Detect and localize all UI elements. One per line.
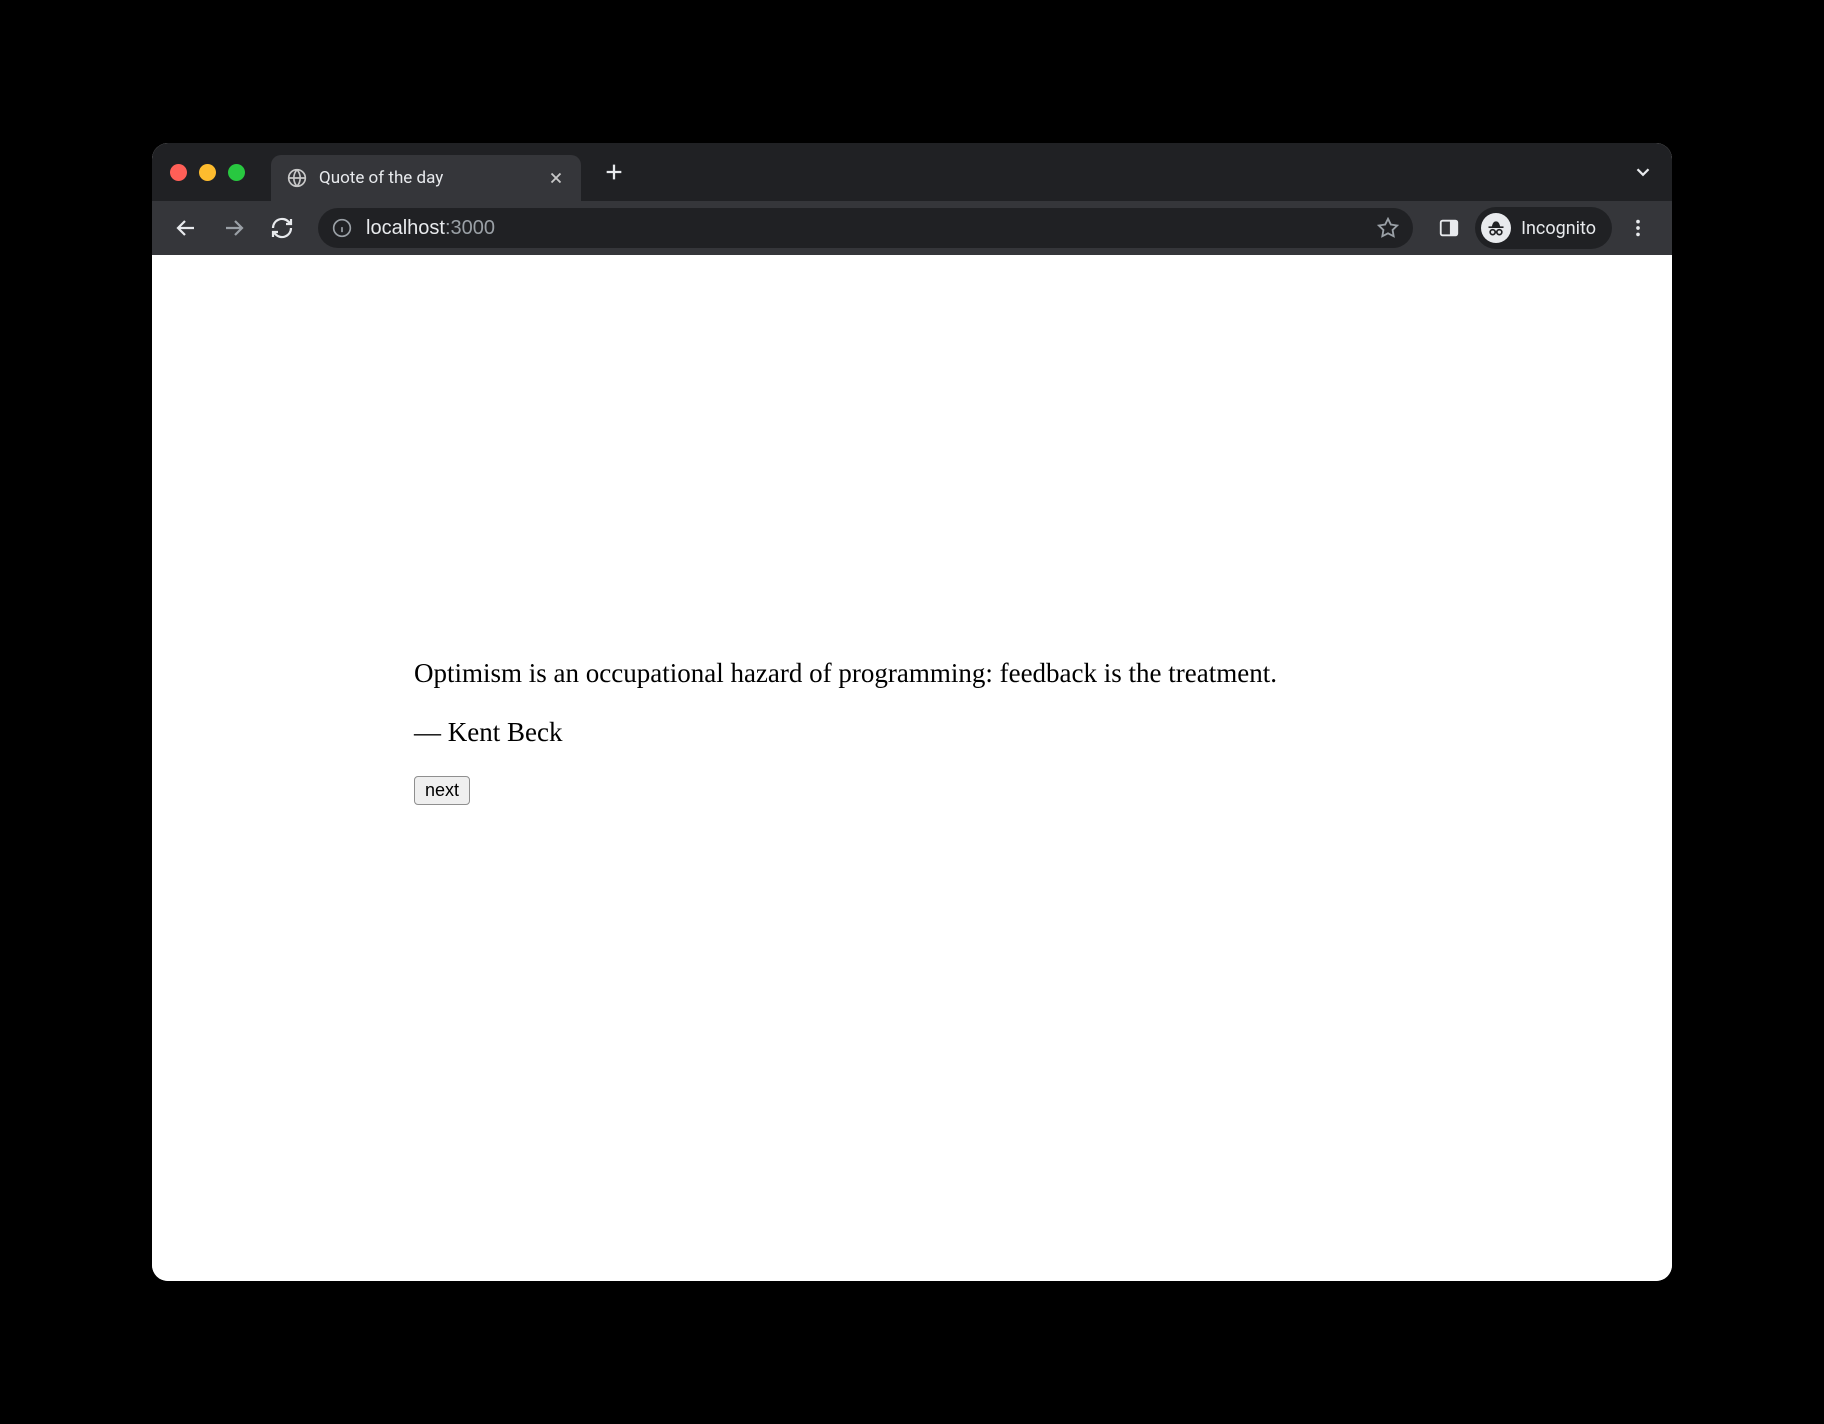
author-prefix: — (414, 717, 448, 747)
window-controls (170, 164, 245, 181)
page-viewport: Optimism is an occupational hazard of pr… (152, 255, 1672, 1281)
url-text: localhost:3000 (366, 217, 1363, 240)
globe-icon (287, 168, 307, 188)
kebab-menu-button[interactable] (1618, 208, 1658, 248)
address-bar[interactable]: localhost:3000 (318, 208, 1413, 248)
tab-search-button[interactable] (1632, 161, 1654, 183)
tab-title: Quote of the day (319, 168, 535, 188)
profile-incognito-button[interactable]: Incognito (1475, 207, 1612, 249)
incognito-label: Incognito (1521, 218, 1596, 239)
browser-tab[interactable]: Quote of the day (271, 155, 581, 201)
titlebar: Quote of the day (152, 143, 1672, 201)
reload-button[interactable] (262, 208, 302, 248)
window-close-button[interactable] (170, 164, 187, 181)
author-name: Kent Beck (448, 717, 563, 747)
incognito-icon (1481, 213, 1511, 243)
next-button[interactable]: next (414, 776, 470, 805)
toolbar-right: Incognito (1429, 207, 1658, 249)
quote-author: — Kent Beck (414, 717, 1277, 748)
site-info-icon[interactable] (332, 218, 352, 238)
window-fullscreen-button[interactable] (228, 164, 245, 181)
quote-text: Optimism is an occupational hazard of pr… (414, 658, 1277, 689)
window-minimize-button[interactable] (199, 164, 216, 181)
new-tab-button[interactable] (603, 161, 625, 183)
quote-block: Optimism is an occupational hazard of pr… (414, 658, 1277, 805)
side-panel-button[interactable] (1429, 208, 1469, 248)
back-button[interactable] (166, 208, 206, 248)
bookmark-button[interactable] (1377, 217, 1399, 239)
browser-window: Quote of the day (152, 143, 1672, 1281)
forward-button[interactable] (214, 208, 254, 248)
url-port: :3000 (445, 217, 495, 239)
browser-toolbar: localhost:3000 (152, 201, 1672, 255)
close-tab-button[interactable] (547, 169, 565, 187)
url-host: localhost (366, 217, 445, 239)
